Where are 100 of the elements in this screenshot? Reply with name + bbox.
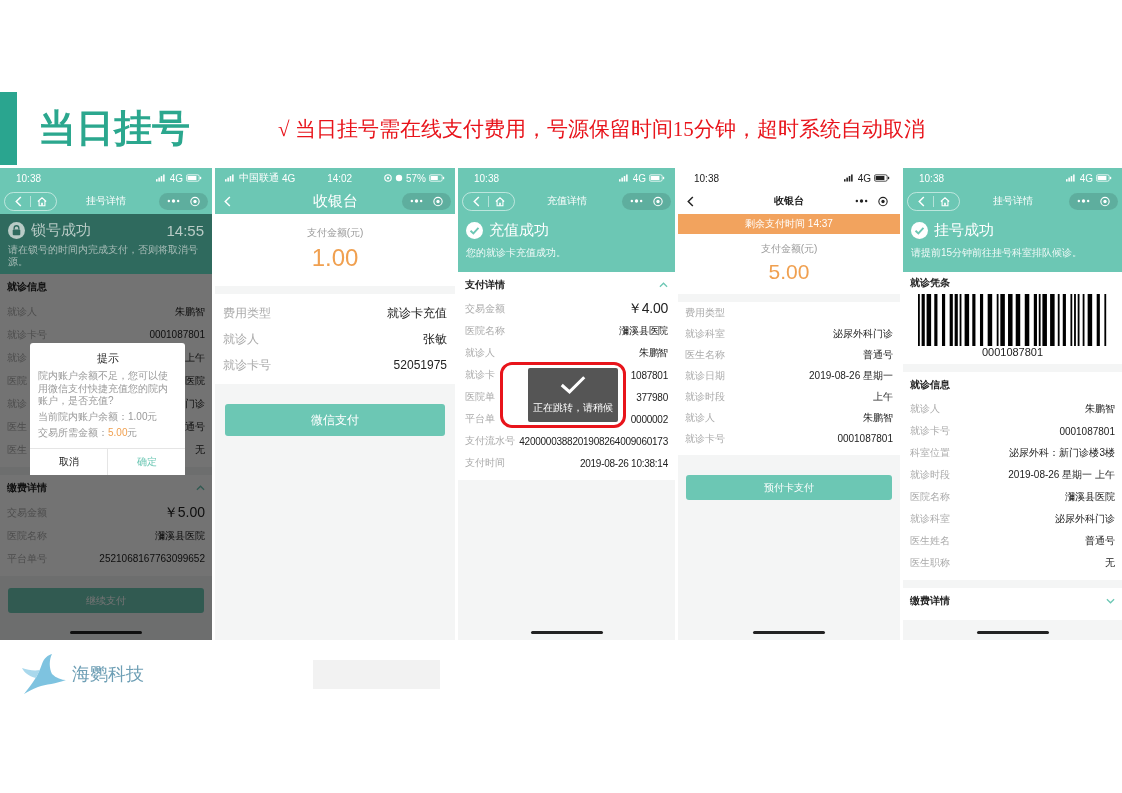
signal-icon xyxy=(618,174,630,182)
row-value: 4200000388201908264009060173 xyxy=(519,435,668,447)
total-amount: ￥5.00 xyxy=(163,503,205,522)
battery-icon xyxy=(649,174,665,182)
row-value: 就诊卡充值 xyxy=(387,304,447,322)
status-time: 10:38 xyxy=(473,172,500,184)
home-indicator xyxy=(753,631,825,634)
network-text: 4G xyxy=(169,172,183,184)
row-label: 科室位置 xyxy=(910,446,950,460)
row-label: 就诊科室 xyxy=(685,326,725,341)
check-circle-icon xyxy=(466,222,483,239)
row-label: 就诊卡 xyxy=(465,368,495,382)
network-text: 4G xyxy=(857,172,871,184)
row-label: 交易金额 xyxy=(465,302,505,316)
amount-value: 5.00 xyxy=(768,260,810,284)
home-icon[interactable] xyxy=(37,195,47,207)
banner-title: 锁号成功 xyxy=(31,221,91,240)
back-icon[interactable] xyxy=(686,195,696,207)
row-label: 医生职称 xyxy=(910,556,950,570)
more-icon[interactable] xyxy=(855,198,868,204)
location-icon xyxy=(383,174,392,182)
check-icon xyxy=(560,375,586,395)
bird-logo-icon xyxy=(22,654,66,694)
brand-name: 海鹦科技 xyxy=(72,663,144,686)
chevron-up-icon[interactable] xyxy=(659,282,668,288)
row-value: 1087801 xyxy=(630,369,668,381)
row-value: 朱鹏智 xyxy=(638,346,668,360)
section-title: 就诊信息 xyxy=(7,280,47,294)
carrier-text: 中国联通 xyxy=(239,171,279,185)
close-icon[interactable] xyxy=(878,195,888,207)
row-value: 瀰溪县医院 xyxy=(1065,490,1115,504)
row-label: 就诊时段 xyxy=(910,468,950,482)
row-label: 就诊卡号 xyxy=(685,431,725,446)
home-indicator xyxy=(70,631,142,634)
home-icon[interactable] xyxy=(940,195,950,207)
total-amount: ￥4.00 xyxy=(628,300,668,318)
section-title: 就诊信息 xyxy=(910,378,950,392)
chevron-down-icon[interactable] xyxy=(1106,598,1115,604)
amount-label: 支付金额(元) xyxy=(760,242,818,256)
section-title: 支付详情 xyxy=(465,278,505,292)
battery-icon xyxy=(1096,174,1112,182)
row-label: 就诊日期 xyxy=(685,368,725,383)
row-label: 就诊人 xyxy=(465,346,495,360)
home-icon[interactable] xyxy=(495,195,505,207)
page-title: 充值详情 xyxy=(546,194,587,208)
row-value: 52051975 xyxy=(393,358,447,372)
pay-button[interactable]: 预付卡支付 xyxy=(686,475,892,500)
row-value: 张敏 xyxy=(423,330,447,348)
banner-text: 您的就诊卡充值成功。 xyxy=(466,247,567,259)
status-time: 10:38 xyxy=(693,172,720,184)
signal-icon xyxy=(155,174,167,182)
row-value: 通号 xyxy=(185,419,205,434)
banner-text: 请提前15分钟前往挂号科室排队候诊。 xyxy=(911,247,1084,259)
row-value: 朱鹏智 xyxy=(1085,402,1115,416)
row-value: 2019-08-26 星期一 xyxy=(809,368,893,383)
row-label: 就诊卡号 xyxy=(910,424,950,438)
pay-button[interactable]: 微信支付 xyxy=(225,404,445,436)
countdown-bar: 剩余支付时间 14:37 xyxy=(678,214,900,234)
section-title: 缴费详情 xyxy=(910,594,950,608)
page-title: 挂号详情 xyxy=(992,194,1033,208)
signal-icon xyxy=(1065,174,1077,182)
row-label: 医生姓名 xyxy=(910,534,950,548)
section-title: 缴费详情 xyxy=(7,481,47,495)
row-label: 就诊人 xyxy=(910,402,940,416)
row-value: 上午 xyxy=(873,389,893,404)
row-label: 支付流水号 xyxy=(465,434,515,448)
row-value: 0001087801 xyxy=(149,329,205,340)
dialog-title: 提示 xyxy=(96,351,119,366)
status-time: 10:38 xyxy=(15,172,42,184)
page-title: 挂号详情 xyxy=(86,194,126,208)
section-title: 就诊凭条 xyxy=(910,276,950,290)
row-label: 就诊人 xyxy=(223,330,259,348)
row-value: 泌尿外科门诊 xyxy=(1055,512,1115,526)
battery-text: 57% xyxy=(405,172,426,184)
row-value: 普通号 xyxy=(1085,534,1115,548)
network-text: 4G xyxy=(1079,172,1093,184)
chevron-up-icon[interactable] xyxy=(196,485,205,491)
row-value: 泌尿外科门诊 xyxy=(833,326,893,341)
network-text: 4G xyxy=(282,172,296,184)
row-value: 无 xyxy=(195,442,205,457)
battery-icon xyxy=(186,174,202,182)
network-text: 4G xyxy=(632,172,646,184)
row-value: 0001087801 xyxy=(837,433,893,444)
row-label: 医院名称 xyxy=(910,490,950,504)
row-label: 就诊时段 xyxy=(685,389,725,404)
row-value: 2019-08-26 星期一 上午 xyxy=(1008,468,1115,482)
amount-label: 支付金额(元) xyxy=(306,226,364,240)
battery-icon xyxy=(874,174,890,182)
slide-title: 当日挂号 xyxy=(38,106,191,151)
status-time: 14:02 xyxy=(327,172,353,184)
battery-icon xyxy=(429,174,445,182)
row-value: 2019-08-26 10:38:14 xyxy=(579,457,668,469)
row-value: 普通号 xyxy=(863,347,893,362)
row-value: 0001087801 xyxy=(1059,425,1115,437)
row-label: 医院名称 xyxy=(465,324,505,338)
check-circle-icon xyxy=(911,222,928,239)
row-value: 0000002 xyxy=(630,413,668,425)
page-title: 收银台 xyxy=(774,194,804,208)
confirm-button[interactable]: 确定 xyxy=(107,448,185,475)
row-value: 瀰溪县医院 xyxy=(155,528,205,543)
